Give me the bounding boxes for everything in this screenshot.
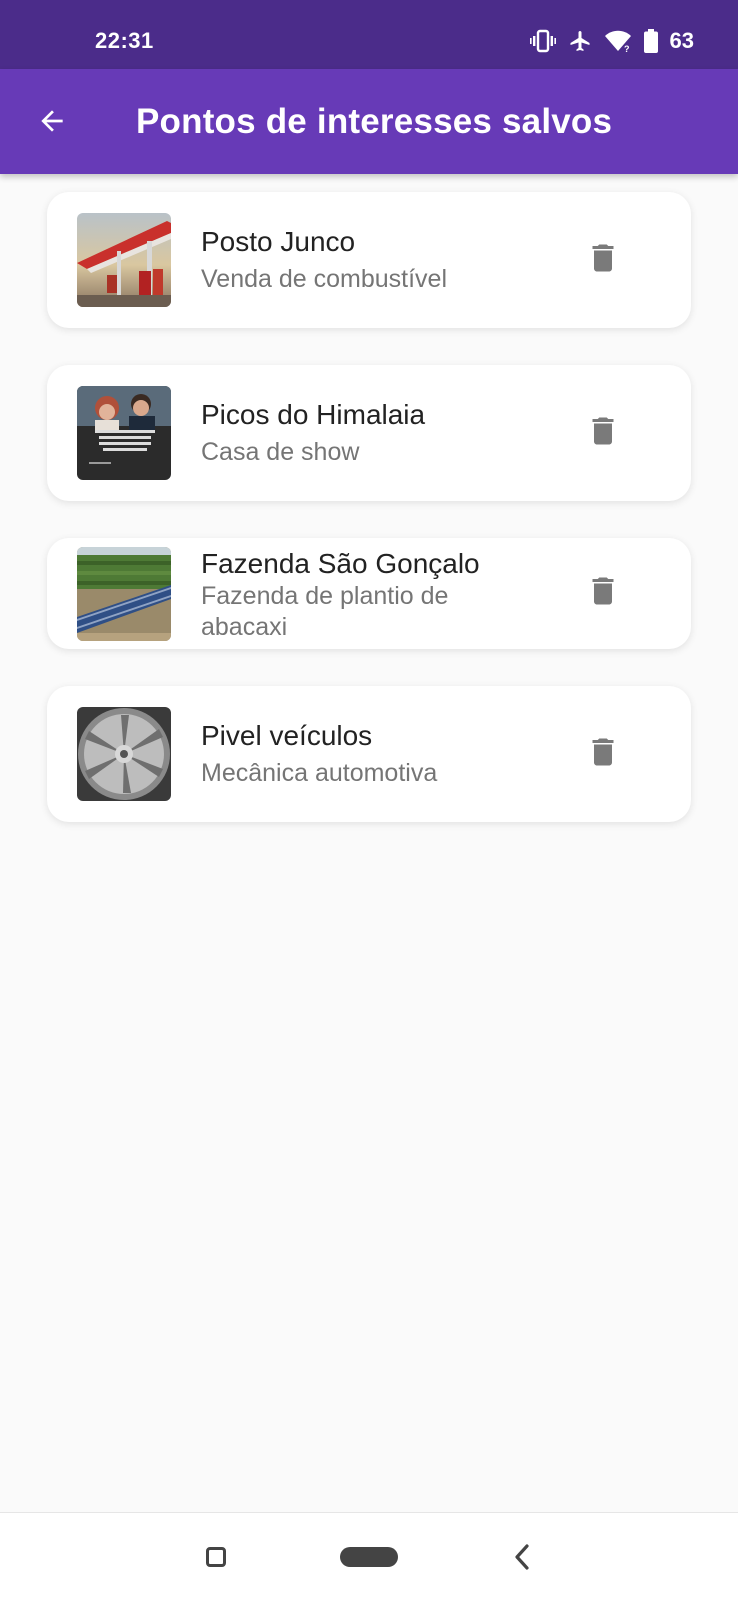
back-button[interactable] — [28, 99, 76, 147]
delete-button[interactable] — [579, 569, 627, 617]
battery-level: 63 — [669, 28, 694, 53]
svg-text:?: ? — [624, 44, 630, 53]
place-card[interactable]: Posto Junco Venda de combustível — [47, 192, 691, 328]
status-icons: ? 63 — [529, 26, 694, 56]
place-title: Fazenda São Gonçalo — [201, 548, 480, 579]
trash-icon — [585, 411, 621, 456]
place-title: Picos do Himalaia — [201, 399, 426, 430]
delete-button[interactable] — [579, 730, 627, 778]
recent-apps-icon[interactable] — [206, 1547, 226, 1567]
battery-icon — [643, 29, 658, 53]
home-pill-icon[interactable] — [340, 1547, 398, 1567]
place-title: Posto Junco — [201, 226, 356, 257]
car-wheel-photo — [77, 707, 171, 801]
arrow-back-icon — [36, 105, 68, 142]
airplane-mode-icon — [568, 29, 592, 53]
page-title: Pontos de interesses salvos — [136, 102, 613, 141]
place-subtitle: Casa de show — [201, 438, 360, 466]
trash-icon — [585, 571, 621, 616]
place-subtitle: Mecânica automotiva — [201, 759, 438, 787]
place-card[interactable]: Picos do Himalaia Casa de show — [47, 365, 691, 501]
trash-icon — [585, 238, 621, 283]
place-card[interactable]: Pivel veículos Mecânica automotiva — [47, 686, 691, 822]
status-time: 22:31 — [95, 28, 154, 53]
place-title: Pivel veículos — [201, 720, 373, 751]
people-poster-photo — [77, 386, 171, 480]
trash-icon — [585, 732, 621, 777]
place-card[interactable]: Fazenda São Gonçalo Fazenda de plantio d… — [47, 538, 691, 649]
delete-button[interactable] — [579, 236, 627, 284]
gas-station-photo — [77, 213, 171, 307]
back-chevron-icon[interactable] — [512, 1543, 532, 1571]
status-bar: 22:31 ? 63 — [0, 0, 738, 69]
wifi-icon: ? — [604, 29, 632, 53]
delete-button[interactable] — [579, 409, 627, 457]
vibrate-icon — [529, 29, 556, 53]
app-bar: Pontos de interesses salvos — [0, 69, 738, 174]
place-subtitle: Venda de combustível — [201, 265, 447, 293]
place-subtitle: Fazenda de plantio de abacaxi — [201, 582, 449, 641]
farm-solar-panel-photo — [77, 547, 171, 641]
